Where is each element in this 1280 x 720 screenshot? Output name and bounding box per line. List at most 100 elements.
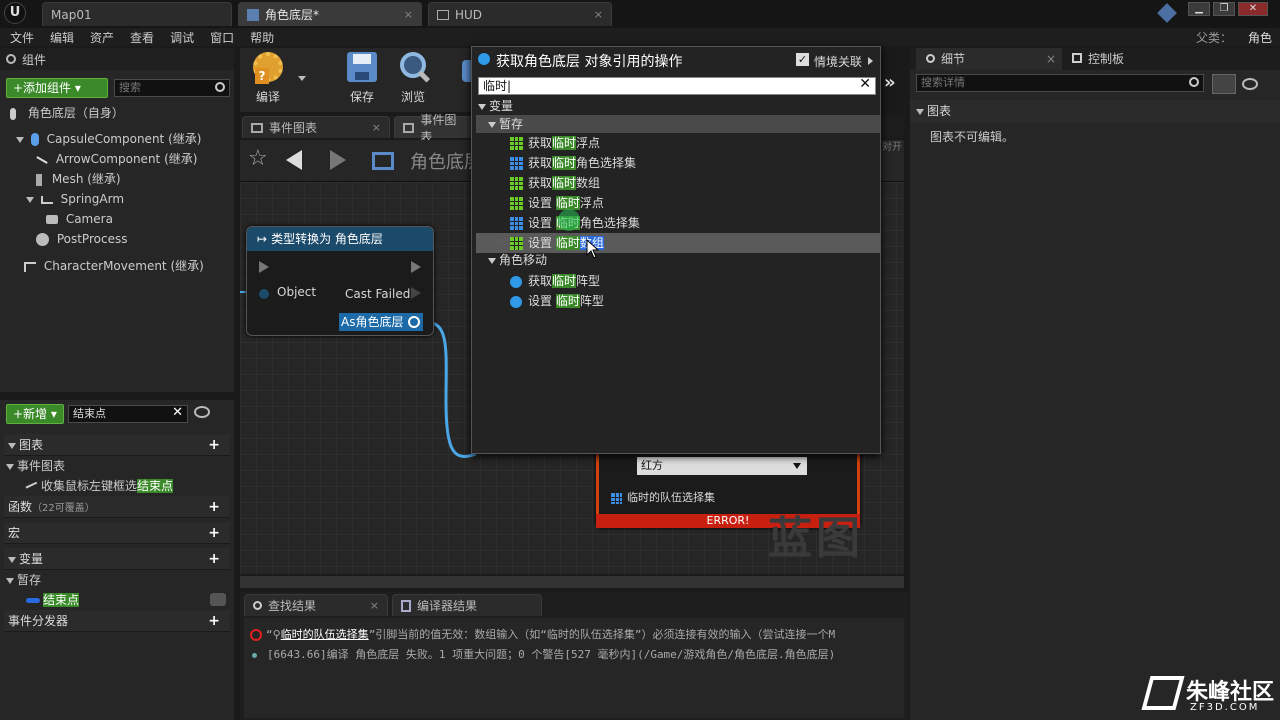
clear-search-icon[interactable]: ✕ bbox=[859, 76, 871, 92]
menu-edit[interactable]: 编辑 bbox=[50, 29, 74, 46]
tab-event-graph-1[interactable]: 事件图表 × bbox=[242, 116, 390, 138]
source-control-icon[interactable] bbox=[1157, 3, 1177, 23]
category-temp[interactable]: 暂存 bbox=[476, 115, 880, 133]
component-postprocess[interactable]: PostProcess bbox=[36, 229, 127, 249]
expand-arrow-icon[interactable] bbox=[16, 136, 24, 143]
tab-close-icon[interactable]: × bbox=[370, 599, 379, 612]
cast-failed-pin[interactable] bbox=[411, 287, 421, 299]
exec-in-pin[interactable] bbox=[259, 261, 269, 273]
expand-arrow-icon[interactable] bbox=[916, 108, 924, 115]
expand-arrow-icon[interactable] bbox=[488, 257, 496, 264]
close-window-button[interactable]: ✕ bbox=[1238, 2, 1268, 16]
add-function-icon[interactable]: + bbox=[208, 496, 220, 518]
favorite-star-icon[interactable]: ☆ bbox=[496, 233, 506, 253]
expand-arrow-icon[interactable] bbox=[478, 103, 486, 110]
object-pin[interactable] bbox=[259, 289, 269, 299]
category-character-movement[interactable]: 角色移动 bbox=[476, 251, 880, 269]
tab-palette[interactable]: 控制板 bbox=[1062, 48, 1212, 70]
new-variable-button[interactable]: +新增 ▾ bbox=[6, 404, 64, 424]
component-capsule[interactable]: CapsuleComponent (继承) bbox=[16, 129, 201, 149]
visibility-eye-icon[interactable] bbox=[1242, 78, 1258, 90]
expand-panel-icon[interactable]: » bbox=[884, 72, 896, 93]
tab-details[interactable]: 细节 × bbox=[916, 48, 1062, 70]
clear-search-icon[interactable]: ✕ bbox=[172, 405, 183, 421]
expand-arrow-icon[interactable] bbox=[8, 442, 16, 449]
component-springarm[interactable]: SpringArm bbox=[26, 189, 124, 209]
expand-arrow-icon[interactable] bbox=[6, 463, 14, 470]
section-event-dispatchers[interactable]: 事件分发器 + bbox=[4, 610, 230, 632]
menu-file[interactable]: 文件 bbox=[10, 29, 34, 46]
menu-help[interactable]: 帮助 bbox=[250, 29, 274, 46]
graph-scrollbar[interactable] bbox=[240, 576, 904, 588]
compile-options-arrow-icon[interactable] bbox=[298, 76, 306, 81]
exec-out-pin[interactable] bbox=[411, 261, 421, 273]
visibility-eye-icon[interactable] bbox=[194, 406, 210, 418]
tab-close-icon[interactable]: × bbox=[594, 8, 603, 21]
category-variables[interactable]: 变量 bbox=[476, 97, 880, 115]
menu-window[interactable]: 窗口 bbox=[210, 29, 234, 46]
section-temp[interactable]: 暂存 bbox=[4, 570, 230, 590]
back-arrow-icon[interactable] bbox=[286, 150, 302, 170]
tab-close-icon[interactable]: × bbox=[404, 8, 413, 21]
add-component-button[interactable]: +添加组件 ▾ bbox=[6, 78, 108, 98]
tab-find-results[interactable]: 查找结果 × bbox=[244, 594, 388, 616]
as-character-pin[interactable]: As角色底层 bbox=[339, 313, 424, 331]
action-item[interactable]: 设置 临时阵型 bbox=[476, 291, 880, 311]
action-item-selected[interactable]: ☆ 设置 临时数组 bbox=[476, 233, 880, 253]
menu-view[interactable]: 查看 bbox=[130, 29, 154, 46]
expand-arrow-icon[interactable] bbox=[6, 577, 14, 584]
context-expand-arrow-icon[interactable] bbox=[868, 57, 873, 65]
property-matrix-icon[interactable] bbox=[1212, 74, 1236, 94]
cast-node[interactable]: ↦ 类型转换为 角色底层 Object Cast Failed As角色底层 bbox=[246, 226, 434, 336]
tab-event-graph-2[interactable]: 事件图表 bbox=[394, 113, 474, 144]
tab-close-icon[interactable]: × bbox=[1046, 48, 1056, 70]
favorite-star-icon[interactable]: ☆ bbox=[248, 148, 268, 170]
cast-node-header[interactable]: ↦ 类型转换为 角色底层 bbox=[247, 227, 433, 251]
components-search-input[interactable]: 搜索 bbox=[114, 79, 230, 97]
compile-button[interactable]: ? 编译 bbox=[246, 50, 290, 108]
add-graph-icon[interactable]: + bbox=[208, 434, 220, 456]
section-graphs[interactable]: 图表 + bbox=[4, 434, 230, 456]
tab-compiler-results[interactable]: 编译器结果 bbox=[392, 594, 542, 616]
tab-map01[interactable]: Map01 bbox=[42, 2, 232, 26]
component-root[interactable]: 角色底层（自身） bbox=[10, 103, 124, 123]
maximize-button[interactable]: ❐ bbox=[1213, 2, 1235, 16]
team-dropdown[interactable]: 红方 bbox=[637, 457, 807, 475]
expand-arrow-icon[interactable] bbox=[8, 556, 16, 563]
variable-item[interactable]: 结束点 bbox=[4, 590, 230, 610]
mybp-search-input[interactable]: 结束点 ✕ bbox=[68, 405, 188, 423]
expand-arrow-icon[interactable] bbox=[488, 121, 496, 128]
menu-debug[interactable]: 调试 bbox=[170, 29, 194, 46]
browse-button[interactable]: 浏览 bbox=[390, 50, 436, 108]
add-dispatcher-icon[interactable]: + bbox=[208, 610, 220, 632]
component-camera[interactable]: Camera bbox=[46, 209, 113, 229]
event-item[interactable]: 收集鼠标左键框选结束点 bbox=[4, 476, 230, 496]
forward-arrow-icon[interactable] bbox=[330, 150, 346, 170]
section-functions[interactable]: 函数（22可覆盖） + bbox=[4, 496, 230, 518]
component-mesh[interactable]: Mesh (继承) bbox=[36, 169, 121, 189]
action-item[interactable]: 获取临时阵型 bbox=[476, 271, 880, 291]
section-macros[interactable]: 宏 + bbox=[4, 522, 230, 544]
section-variables[interactable]: 变量 + bbox=[4, 548, 230, 570]
tab-hud[interactable]: HUD × bbox=[428, 2, 612, 26]
section-event-graph[interactable]: 事件图表 bbox=[4, 456, 230, 476]
details-search-input[interactable]: 搜索详情 bbox=[916, 74, 1204, 92]
log-error-line[interactable]: “⚲临时的队伍选择集”引脚当前的值无效：数组输入（如“临时的队伍选择集”）必须连… bbox=[250, 626, 900, 642]
action-item[interactable]: 设置 临时角色选择集 bbox=[476, 213, 880, 233]
component-arrow[interactable]: ArrowComponent (继承) bbox=[36, 149, 197, 169]
menu-asset[interactable]: 资产 bbox=[90, 29, 114, 46]
tab-character-blueprint[interactable]: 角色底层* × bbox=[238, 2, 422, 26]
action-item[interactable]: 获取临时浮点 bbox=[476, 133, 880, 153]
context-sensitive-checkbox[interactable]: ✓ bbox=[796, 53, 809, 66]
variable-visibility-icon[interactable] bbox=[210, 593, 226, 606]
component-charactermovement[interactable]: CharacterMovement (继承) bbox=[24, 256, 204, 276]
add-macro-icon[interactable]: + bbox=[208, 522, 220, 544]
minimize-button[interactable]: ▁ bbox=[1188, 2, 1210, 16]
expand-arrow-icon[interactable] bbox=[26, 196, 34, 203]
save-button[interactable]: 保存 bbox=[340, 50, 384, 108]
action-search-input[interactable]: 临时| ✕ bbox=[478, 76, 876, 95]
team-array-var[interactable]: 临时的队伍选择集 bbox=[611, 489, 715, 505]
add-variable-icon[interactable]: + bbox=[208, 548, 220, 570]
details-section-graph[interactable]: 图表 bbox=[910, 100, 1280, 122]
parent-class-value[interactable]: 角色 bbox=[1248, 31, 1272, 45]
